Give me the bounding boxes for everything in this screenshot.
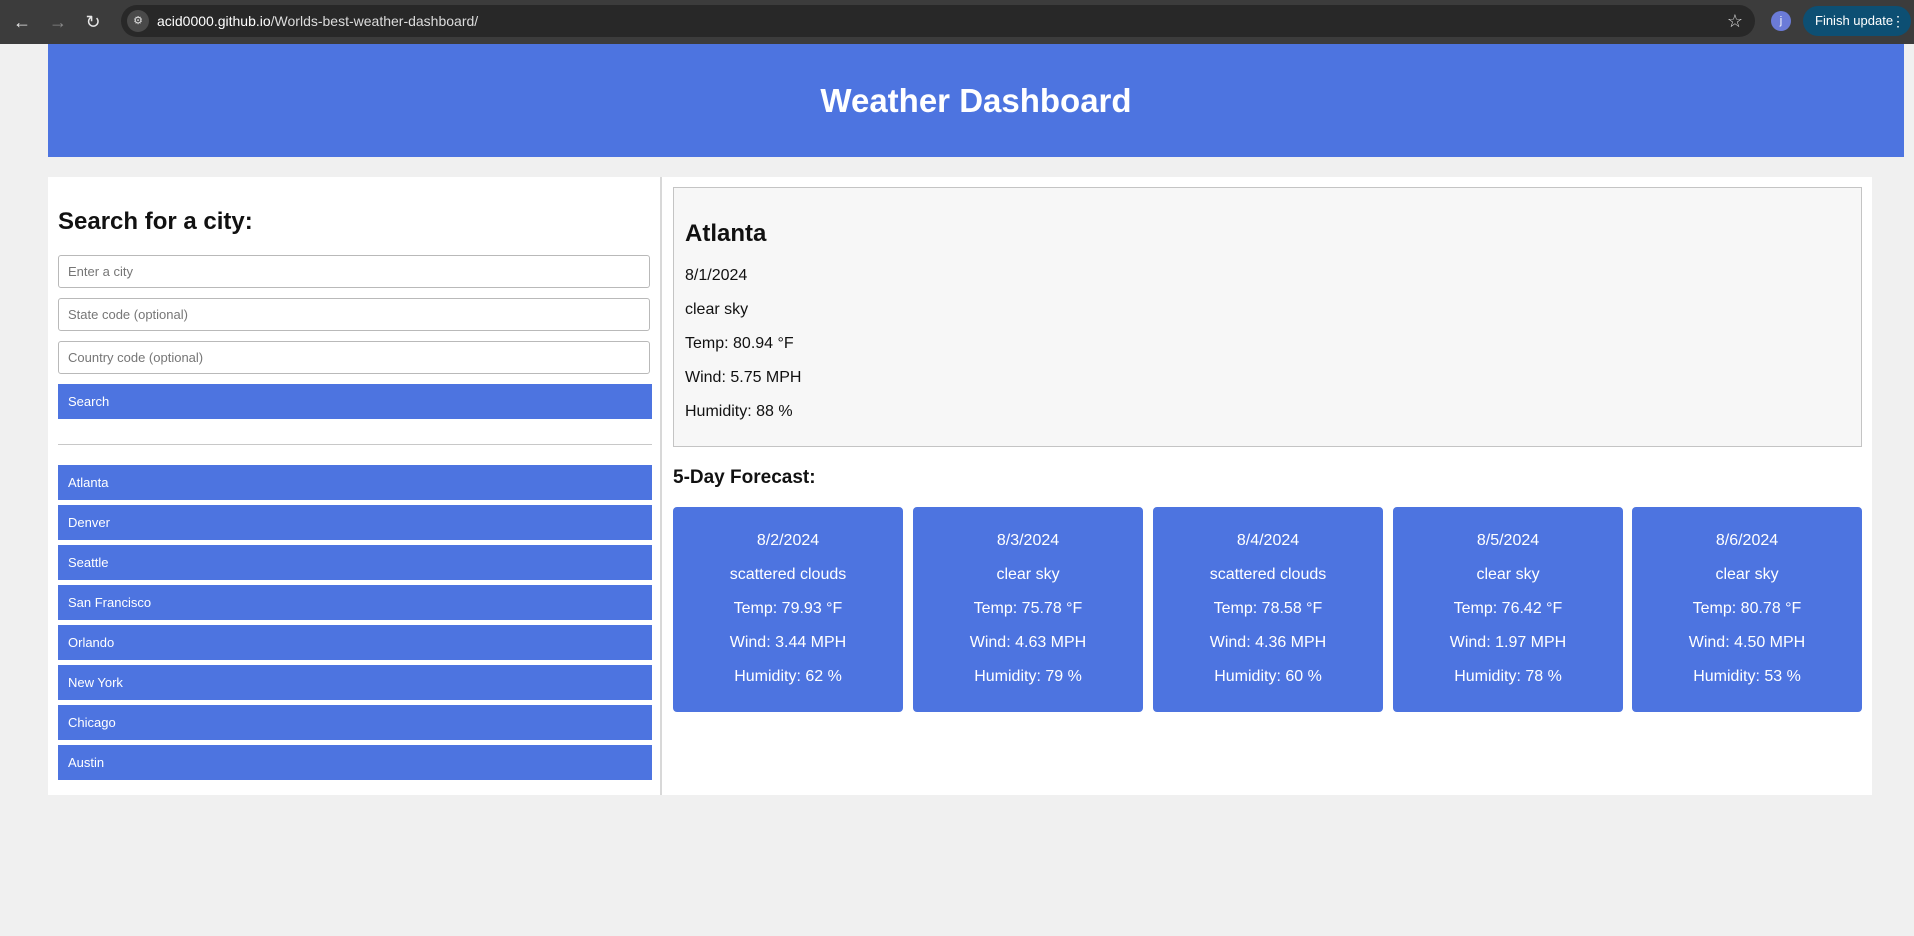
state-code-input[interactable] — [58, 298, 650, 331]
history-city-button[interactable]: New York — [58, 665, 652, 700]
search-sidebar: Search for a city: Search Atlanta Denver… — [48, 177, 662, 795]
site-info-icon[interactable]: ⚙ — [127, 10, 149, 32]
history-city-button[interactable]: Denver — [58, 505, 652, 540]
forecast-date: 8/5/2024 — [1476, 532, 1540, 549]
forecast-wind: Wind: 4.36 MPH — [1209, 634, 1327, 651]
forecast-temp: Temp: 76.42 °F — [1453, 600, 1563, 617]
forecast-description: scattered clouds — [729, 566, 847, 583]
city-input[interactable] — [58, 255, 650, 288]
finish-update-label: Finish update — [1815, 13, 1894, 28]
forecast-description: clear sky — [1715, 566, 1779, 583]
url-text: acid0000.github.io/Worlds-best-weather-d… — [157, 13, 479, 29]
search-history-list: Atlanta Denver Seattle San Francisco Orl… — [58, 465, 652, 785]
forecast-temp: Temp: 79.93 °F — [733, 600, 843, 617]
history-city-button[interactable]: Chicago — [58, 705, 652, 740]
forecast-date: 8/3/2024 — [996, 532, 1060, 549]
forecast-description: clear sky — [1476, 566, 1540, 583]
forecast-wind: Wind: 3.44 MPH — [729, 634, 847, 651]
page-header: Weather Dashboard — [48, 44, 1904, 157]
main-container: Search for a city: Search Atlanta Denver… — [48, 177, 1872, 795]
forecast-card: 8/5/2024 clear sky Temp: 76.42 °F Wind: … — [1393, 507, 1623, 712]
divider — [58, 444, 652, 445]
forecast-date: 8/4/2024 — [1236, 532, 1300, 549]
forecast-description: scattered clouds — [1209, 566, 1327, 583]
current-temp: Temp: 80.94 °F — [685, 335, 794, 352]
forecast-temp: Temp: 78.58 °F — [1213, 600, 1323, 617]
forecast-humidity: Humidity: 78 % — [1454, 668, 1562, 685]
current-humidity: Humidity: 88 % — [685, 403, 793, 420]
bookmark-star-icon[interactable]: ☆ — [1727, 10, 1743, 32]
forecast-card: 8/2/2024 scattered clouds Temp: 79.93 °F… — [673, 507, 903, 712]
more-menu-icon[interactable]: ⋮ — [1891, 6, 1905, 36]
forecast-humidity: Humidity: 79 % — [974, 668, 1082, 685]
forecast-wind: Wind: 4.50 MPH — [1688, 634, 1806, 651]
current-city-name: Atlanta — [685, 220, 767, 247]
country-code-input[interactable] — [58, 341, 650, 374]
reload-icon[interactable]: ↻ — [79, 8, 107, 36]
weather-content: Atlanta 8/1/2024 clear sky Temp: 80.94 °… — [664, 177, 1872, 795]
forecast-card: 8/3/2024 clear sky Temp: 75.78 °F Wind: … — [913, 507, 1143, 712]
forecast-heading: 5-Day Forecast: — [673, 467, 816, 488]
search-button[interactable]: Search — [58, 384, 652, 419]
forecast-humidity: Humidity: 53 % — [1693, 668, 1801, 685]
search-heading: Search for a city: — [58, 208, 253, 235]
finish-update-button[interactable]: Finish update ⋮ — [1803, 6, 1911, 36]
history-city-button[interactable]: Orlando — [58, 625, 652, 660]
history-city-button[interactable]: San Francisco — [58, 585, 652, 620]
forecast-date: 8/6/2024 — [1715, 532, 1779, 549]
forecast-card: 8/4/2024 scattered clouds Temp: 78.58 °F… — [1153, 507, 1383, 712]
forecast-wind: Wind: 4.63 MPH — [969, 634, 1087, 651]
browser-toolbar: ← → ↻ ⚙ acid0000.github.io/Worlds-best-w… — [0, 0, 1914, 44]
forecast-humidity: Humidity: 62 % — [734, 668, 842, 685]
forecast-date: 8/2/2024 — [756, 532, 820, 549]
forecast-humidity: Humidity: 60 % — [1214, 668, 1322, 685]
history-city-button[interactable]: Austin — [58, 745, 652, 780]
current-date: 8/1/2024 — [685, 267, 748, 284]
history-city-button[interactable]: Seattle — [58, 545, 652, 580]
forecast-description: clear sky — [996, 566, 1060, 583]
forward-arrow-icon[interactable]: → — [44, 8, 72, 36]
forecast-temp: Temp: 75.78 °F — [973, 600, 1083, 617]
current-wind: Wind: 5.75 MPH — [685, 369, 802, 386]
address-bar[interactable]: ⚙ acid0000.github.io/Worlds-best-weather… — [121, 5, 1755, 37]
forecast-card: 8/6/2024 clear sky Temp: 80.78 °F Wind: … — [1632, 507, 1862, 712]
forecast-wind: Wind: 1.97 MPH — [1449, 634, 1567, 651]
profile-avatar[interactable]: j — [1771, 11, 1791, 31]
back-arrow-icon[interactable]: ← — [8, 8, 36, 36]
current-weather-panel: Atlanta 8/1/2024 clear sky Temp: 80.94 °… — [673, 187, 1862, 447]
forecast-temp: Temp: 80.78 °F — [1692, 600, 1802, 617]
current-description: clear sky — [685, 301, 749, 318]
forecast-cards: 8/2/2024 scattered clouds Temp: 79.93 °F… — [673, 507, 1862, 712]
page-title: Weather Dashboard — [820, 81, 1132, 119]
history-city-button[interactable]: Atlanta — [58, 465, 652, 500]
